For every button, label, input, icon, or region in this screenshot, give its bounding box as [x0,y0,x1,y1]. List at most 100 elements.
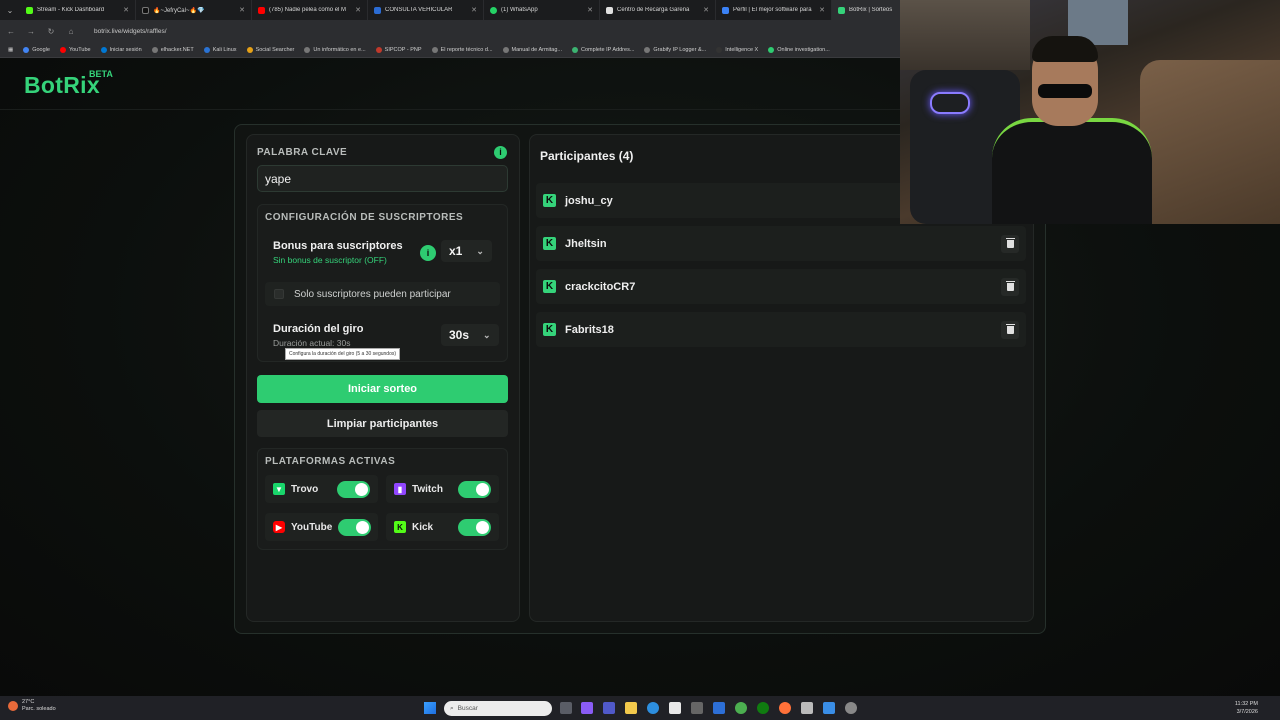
bonus-info-icon[interactable]: i [420,245,436,261]
login-icon [100,46,107,53]
clear-participants-button[interactable]: Limpiar participantes [257,410,508,437]
tab-close-icon[interactable]: ✕ [355,6,361,14]
info-icon[interactable]: i [494,146,507,159]
browser-tab[interactable]: (1) WhatsApp ✕ [484,0,600,20]
globe-favicon-icon [374,6,381,14]
browser-tab[interactable]: CONSULTA VEHICULAR ✕ [368,0,484,20]
bookmark[interactable]: Google [23,46,50,53]
copilot-icon[interactable] [581,702,593,714]
webcam-overlay [900,0,1280,224]
firefox-icon[interactable] [779,702,791,714]
participant-name: Jheltsin [565,237,607,250]
bookmark-icon [304,46,311,53]
bookmark[interactable]: Complete IP Addres... [572,46,634,53]
browser-tab[interactable]: 🔥~JefryCal~🔥💎 ✕ [136,0,252,20]
start-raffle-button[interactable]: Iniciar sorteo [257,375,508,403]
bookmark[interactable]: Online investigation... [768,46,830,53]
windows-start-icon[interactable] [424,702,436,714]
twitch-toggle[interactable] [458,480,491,498]
task-view-icon[interactable] [560,702,572,714]
participant-row: K crackcitoCR7 [536,269,1026,304]
weather-widget[interactable]: 27°C Parc. soleado [8,699,56,713]
bookmark[interactable]: Manual de Armitag... [502,46,562,53]
bookmark[interactable]: Iniciar sesión [100,46,142,53]
webcam-shelf [900,0,1030,70]
tab-close-icon[interactable]: ✕ [819,6,825,14]
delete-participant-button[interactable] [1001,234,1019,253]
bookmark-icon [572,46,578,53]
file-explorer-icon[interactable] [625,702,637,714]
reload-icon[interactable]: ↻ [46,27,56,36]
delete-participant-button[interactable] [1001,277,1019,296]
bookmark[interactable]: El reporte técnico d... [431,46,493,53]
beta-badge: BETA [89,69,113,79]
tab-close-icon[interactable]: ✕ [239,6,245,14]
app-icon[interactable] [823,702,835,714]
bookmark[interactable]: YouTube [59,46,91,53]
kick-toggle[interactable] [458,518,491,536]
windows-taskbar: 27°C Parc. soleado ⌕ Buscar 11:32 PM 3/7… [0,696,1280,720]
platform-twitch: ▮ Twitch [386,475,499,503]
apps-icon[interactable]: ▦ [8,47,13,53]
trash-icon [1005,237,1015,248]
app-icon[interactable] [845,702,857,714]
keyword-input[interactable] [257,165,508,192]
bonus-multiplier-select[interactable]: x1 ⌄ [441,240,492,262]
edge-icon[interactable] [647,702,659,714]
bonus-title: Bonus para suscriptores [273,240,403,252]
tiktok-favicon-icon [142,6,149,14]
home-icon[interactable]: ⌂ [66,27,76,36]
duration-current: Duración actual: 30s [273,338,351,348]
kick-icon: K [543,280,556,293]
back-icon[interactable]: ← [6,27,16,36]
platform-youtube: ▶ YouTube [265,513,378,541]
settings-gear-icon[interactable] [691,702,703,714]
browser-tab[interactable]: (785) Nadie pelea como el M ✕ [252,0,368,20]
bookmark[interactable]: Grabify IP Logger &... [644,46,706,53]
taskbar-search[interactable]: ⌕ Buscar [444,701,552,716]
browser-tab[interactable]: Stream - Kick Dashboard ✕ [20,0,136,20]
youtube-icon: ▶ [273,521,285,533]
tab-search-icon[interactable]: ⌄ [0,0,20,20]
chrome-icon[interactable] [735,702,747,714]
tab-close-icon[interactable]: ✕ [471,6,477,14]
youtube-toggle[interactable] [338,518,372,536]
app-icon[interactable] [801,702,813,714]
vscode-icon[interactable] [713,702,725,714]
trash-icon [1005,323,1015,334]
bookmark-icon [375,46,382,53]
bookmark[interactable]: elhacker.NET [151,46,194,53]
streamer-body [992,118,1152,224]
system-clock[interactable]: 11:32 PM 3/7/2026 [1235,700,1258,716]
duration-value: 30s [449,328,470,342]
xbox-icon[interactable] [757,702,769,714]
duration-select[interactable]: 30s ⌄ [441,324,499,346]
bookmark[interactable]: SIPCOP - PNP [375,46,422,53]
platform-trovo: ▼ Trovo [265,475,378,503]
delete-participant-button[interactable] [1001,320,1019,339]
search-placeholder: Buscar [457,705,478,712]
temperature: 27°C [22,699,35,705]
webcam-sofa [1140,60,1280,224]
only-subscribers-checkbox[interactable] [274,289,284,299]
tab-close-icon[interactable]: ✕ [703,6,709,14]
bookmark[interactable]: Un informático en e... [304,46,366,53]
youtube-favicon-icon [258,6,265,14]
browser-tab[interactable]: Centro de Recarga Garena ✕ [600,0,716,20]
url-field[interactable]: botrix.live/widgets/raffles/ [94,28,167,35]
forward-icon[interactable]: → [26,27,36,36]
bookmark[interactable]: Intelligence X [716,46,758,53]
tab-close-icon[interactable]: ✕ [123,6,129,14]
chevron-down-icon: ⌄ [476,245,484,256]
trovo-toggle[interactable] [337,480,370,498]
only-subscribers-option[interactable]: Solo suscriptores pueden participar [265,282,500,306]
teams-icon[interactable] [603,702,615,714]
store-icon[interactable] [669,702,681,714]
browser-tab[interactable]: Perfil | El mejor software para ✕ [716,0,832,20]
bookmark[interactable]: Kali Linux [203,46,237,53]
search-icon: ⌕ [450,704,454,712]
bookmark[interactable]: Social Searcher [246,46,294,53]
tab-close-icon[interactable]: ✕ [587,6,593,14]
platform-name: Trovo [291,483,319,495]
kali-icon [203,46,210,53]
